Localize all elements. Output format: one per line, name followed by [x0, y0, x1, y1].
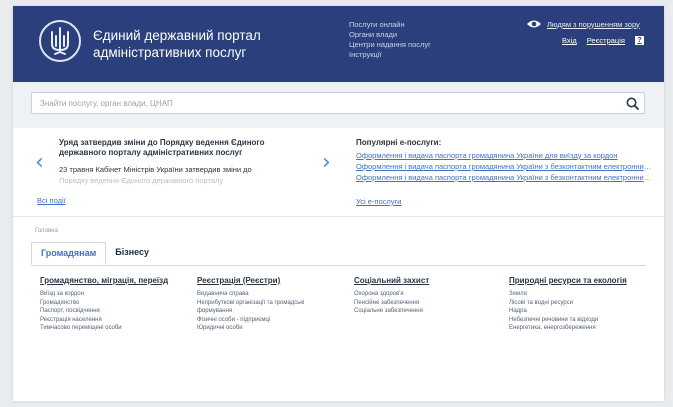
category-item[interactable]: Неприбуткові організації та громадські: [197, 299, 304, 308]
category-item[interactable]: Земля: [509, 290, 627, 299]
nav-authorities[interactable]: Органи влади: [349, 30, 431, 40]
category-item[interactable]: Енергетика, енергозбереження: [509, 324, 627, 333]
site-header: Єдиний державний портал адміністративних…: [13, 6, 664, 82]
popular-service-link[interactable]: Оформлення і видача паспорта громадянина…: [356, 172, 656, 183]
news-prev-arrow-icon[interactable]: ‹: [35, 152, 44, 174]
category-title[interactable]: Реєстрація (Реєстри): [197, 276, 304, 285]
breadcrumb[interactable]: Головна: [35, 228, 58, 234]
search-icon[interactable]: [620, 93, 644, 113]
popular-service-link[interactable]: Оформлення і видача паспорта громадянина…: [356, 150, 656, 161]
site-title[interactable]: Єдиний державний портал адміністративних…: [93, 27, 363, 61]
category-item[interactable]: Фізичні особи - підприємці: [197, 316, 304, 325]
news-title[interactable]: Уряд затвердив зміни до Порядку ведення …: [59, 138, 314, 158]
page-frame: Єдиний державний портал адміністративних…: [13, 6, 664, 401]
popular-services-list: Оформлення і видача паспорта громадянина…: [356, 150, 656, 183]
category-item[interactable]: Паспорт, посвідчення: [40, 307, 168, 316]
category-item[interactable]: Видавнича справа: [197, 290, 304, 299]
category-item[interactable]: Охорона здоров'я: [354, 290, 429, 299]
tabs-underline: [31, 265, 646, 266]
news-description-faded: Порядку ведення Єдиного державного порта…: [59, 176, 224, 185]
category-item[interactable]: Громадянство: [40, 299, 168, 308]
search-box: [31, 92, 645, 114]
trident-logo-icon[interactable]: [39, 20, 81, 62]
category-column-citizenship: Громадянство, міграція, переїзд Виїзд за…: [40, 276, 168, 333]
nav-service-centers[interactable]: Центри надання послуг: [349, 40, 431, 50]
category-item[interactable]: Небезпечні речовини та відходи: [509, 316, 627, 325]
category-item[interactable]: формування: [197, 307, 304, 316]
all-events-link[interactable]: Всі події: [37, 196, 66, 205]
nav-online-services[interactable]: Послуги онлайн: [349, 20, 431, 30]
all-e-services-link[interactable]: Усі е-послуги: [356, 197, 401, 206]
category-item[interactable]: Пенсійне забезпечення: [354, 299, 429, 308]
category-item[interactable]: Лісові та водні ресурси: [509, 299, 627, 308]
category-column-registration: Реєстрація (Реєстри) Видавнича справа Не…: [197, 276, 304, 333]
accessibility-link[interactable]: Людям з порушенням зору: [526, 19, 640, 29]
search-band: [13, 82, 664, 128]
tab-business[interactable]: Бізнесу: [106, 242, 158, 265]
category-column-natural-resources: Природні ресурси та екологія Земля Лісов…: [509, 276, 627, 333]
category-column-social-protection: Соціальний захист Охорона здоров'я Пенсі…: [354, 276, 429, 316]
section-divider: [13, 216, 664, 217]
category-title[interactable]: Громадянство, міграція, переїзд: [40, 276, 168, 285]
category-item[interactable]: Реєстрація населення: [40, 316, 168, 325]
category-item[interactable]: Соціальне забезпечення: [354, 307, 429, 316]
login-link[interactable]: Вхід: [562, 36, 577, 45]
accessibility-label: Людям з порушенням зору: [547, 19, 640, 29]
news-next-arrow-icon[interactable]: ›: [322, 152, 331, 174]
search-input[interactable]: [32, 94, 620, 112]
eye-icon: [527, 20, 541, 28]
popular-services-heading: Популярні е-послуги:: [356, 138, 442, 147]
help-icon[interactable]: ?: [634, 36, 644, 45]
category-title[interactable]: Соціальний захист: [354, 276, 429, 285]
audience-tabs: Громадянам Бізнесу: [31, 242, 158, 265]
category-item[interactable]: Тимчасово переміщені особи: [40, 324, 168, 333]
popular-service-link[interactable]: Оформлення і видача паспорта громадянина…: [356, 161, 656, 172]
news-description: 23 травня Кабінет Міністрів України затв…: [59, 165, 252, 174]
nav-instructions[interactable]: Інструкції: [349, 50, 431, 60]
category-item[interactable]: Юридичні особи: [197, 324, 304, 333]
auth-links: Вхід Реєстрація ?: [562, 36, 644, 45]
header-nav: Послуги онлайн Органи влади Центри надан…: [349, 20, 431, 60]
category-item[interactable]: Надра: [509, 307, 627, 316]
category-item[interactable]: Виїзд за кордон: [40, 290, 168, 299]
tab-citizens[interactable]: Громадянам: [31, 242, 107, 265]
register-link[interactable]: Реєстрація: [587, 36, 625, 45]
category-title[interactable]: Природні ресурси та екологія: [509, 276, 627, 285]
